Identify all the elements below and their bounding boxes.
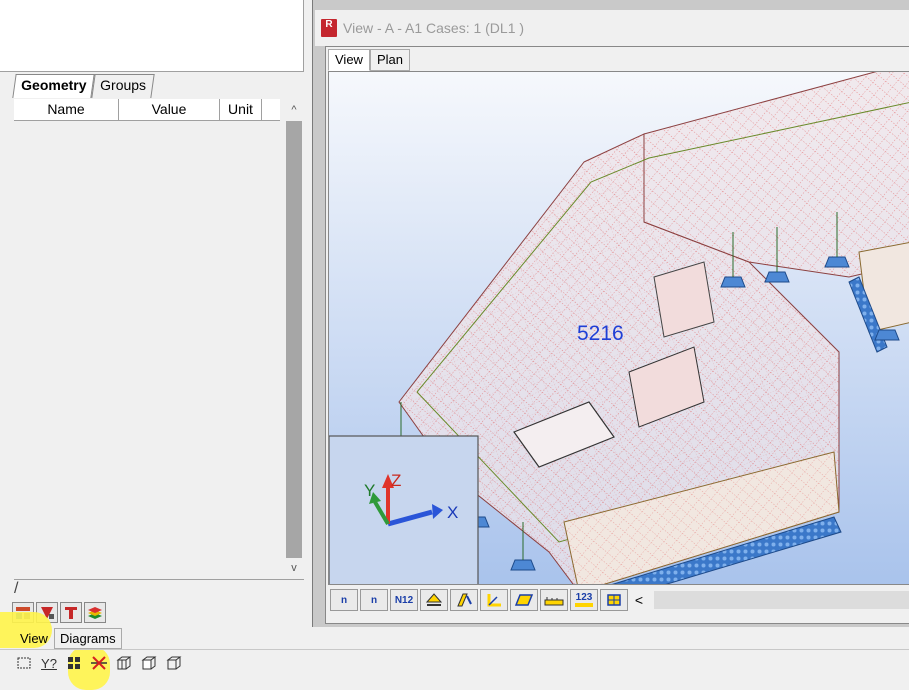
query-icon[interactable]: Y? xyxy=(39,653,59,673)
properties-scrollbar[interactable]: ^ v xyxy=(284,100,304,578)
node-icon[interactable]: n xyxy=(360,589,388,611)
view-toolbar: n n N12 123 < xyxy=(328,588,909,612)
column-unit[interactable]: Unit xyxy=(220,99,262,120)
tab-groups[interactable]: Groups xyxy=(91,74,155,98)
model-number-label: 5216 xyxy=(577,322,624,345)
tab-geometry[interactable]: Geometry xyxy=(12,74,96,98)
properties-tabs: Geometry Groups xyxy=(12,74,155,98)
bottom-tabs: View Diagrams xyxy=(14,628,122,649)
axis-x-label: X xyxy=(447,503,458,522)
axis-y-label: Y xyxy=(364,481,375,500)
view-titlebar[interactable]: R View - A - A1 Cases: 1 (DL1 ) xyxy=(315,10,909,46)
slab-support-icon[interactable] xyxy=(420,589,448,611)
grid-icon[interactable] xyxy=(64,653,84,673)
box-iso-icon[interactable] xyxy=(114,653,134,673)
view-frame: View Plan 5216 X Z Y n n N12 123 < xyxy=(325,46,909,624)
properties-table-body xyxy=(14,121,282,579)
cross-out-icon[interactable] xyxy=(89,653,109,673)
scroll-up-arrow-icon[interactable]: ^ xyxy=(284,100,304,120)
node-numbers-icon[interactable]: n xyxy=(330,589,358,611)
scroll-left-arrow-icon[interactable]: < xyxy=(630,589,648,611)
dimension-icon[interactable] xyxy=(540,589,568,611)
n12-icon[interactable]: N12 xyxy=(390,589,418,611)
object-inspector-area[interactable] xyxy=(0,0,304,72)
numbering-icon[interactable]: 123 xyxy=(570,589,598,611)
bottom-toolbar: Y? xyxy=(14,652,184,674)
properties-panel: Geometry Groups Name Value Unit ^ v / Vi… xyxy=(0,0,312,690)
lower-tab-divider: / xyxy=(14,580,19,597)
panel-icon[interactable] xyxy=(510,589,538,611)
axis-z-label: Z xyxy=(391,471,401,490)
query-label: Y? xyxy=(41,655,57,671)
section-icon[interactable] xyxy=(60,602,82,623)
bar-icon[interactable] xyxy=(480,589,508,611)
tab-diagrams[interactable]: Diagrams xyxy=(53,628,122,649)
model-canvas[interactable]: 5216 X Z Y xyxy=(328,71,909,585)
view-title: View - A - A1 Cases: 1 (DL1 ) xyxy=(343,20,525,36)
load-icon[interactable] xyxy=(450,589,478,611)
axis-triad: X Z Y xyxy=(329,435,479,584)
properties-table-header: Name Value Unit xyxy=(14,99,280,121)
refresh-icon[interactable] xyxy=(600,589,628,611)
tab-view[interactable]: View xyxy=(14,628,54,649)
select-region-icon[interactable] xyxy=(14,653,34,673)
robot-app-icon: R xyxy=(321,19,337,37)
view-tabs: View Plan xyxy=(328,49,410,71)
scroll-down-arrow-icon[interactable]: v xyxy=(284,558,304,578)
scroll-thumb[interactable] xyxy=(286,121,302,558)
layers-icon[interactable] xyxy=(84,602,106,623)
column-name[interactable]: Name xyxy=(14,99,119,120)
tab-view-3d[interactable]: View xyxy=(328,49,370,71)
box-wire-icon[interactable] xyxy=(164,653,184,673)
view-window: R View - A - A1 Cases: 1 (DL1 ) View Pla… xyxy=(312,0,909,627)
divider xyxy=(0,649,909,650)
lower-tab-strip xyxy=(14,579,304,601)
tab-plan[interactable]: Plan xyxy=(369,49,410,71)
box-front-icon[interactable] xyxy=(139,653,159,673)
horizontal-scrollbar[interactable] xyxy=(654,591,909,609)
column-value[interactable]: Value xyxy=(119,99,220,120)
